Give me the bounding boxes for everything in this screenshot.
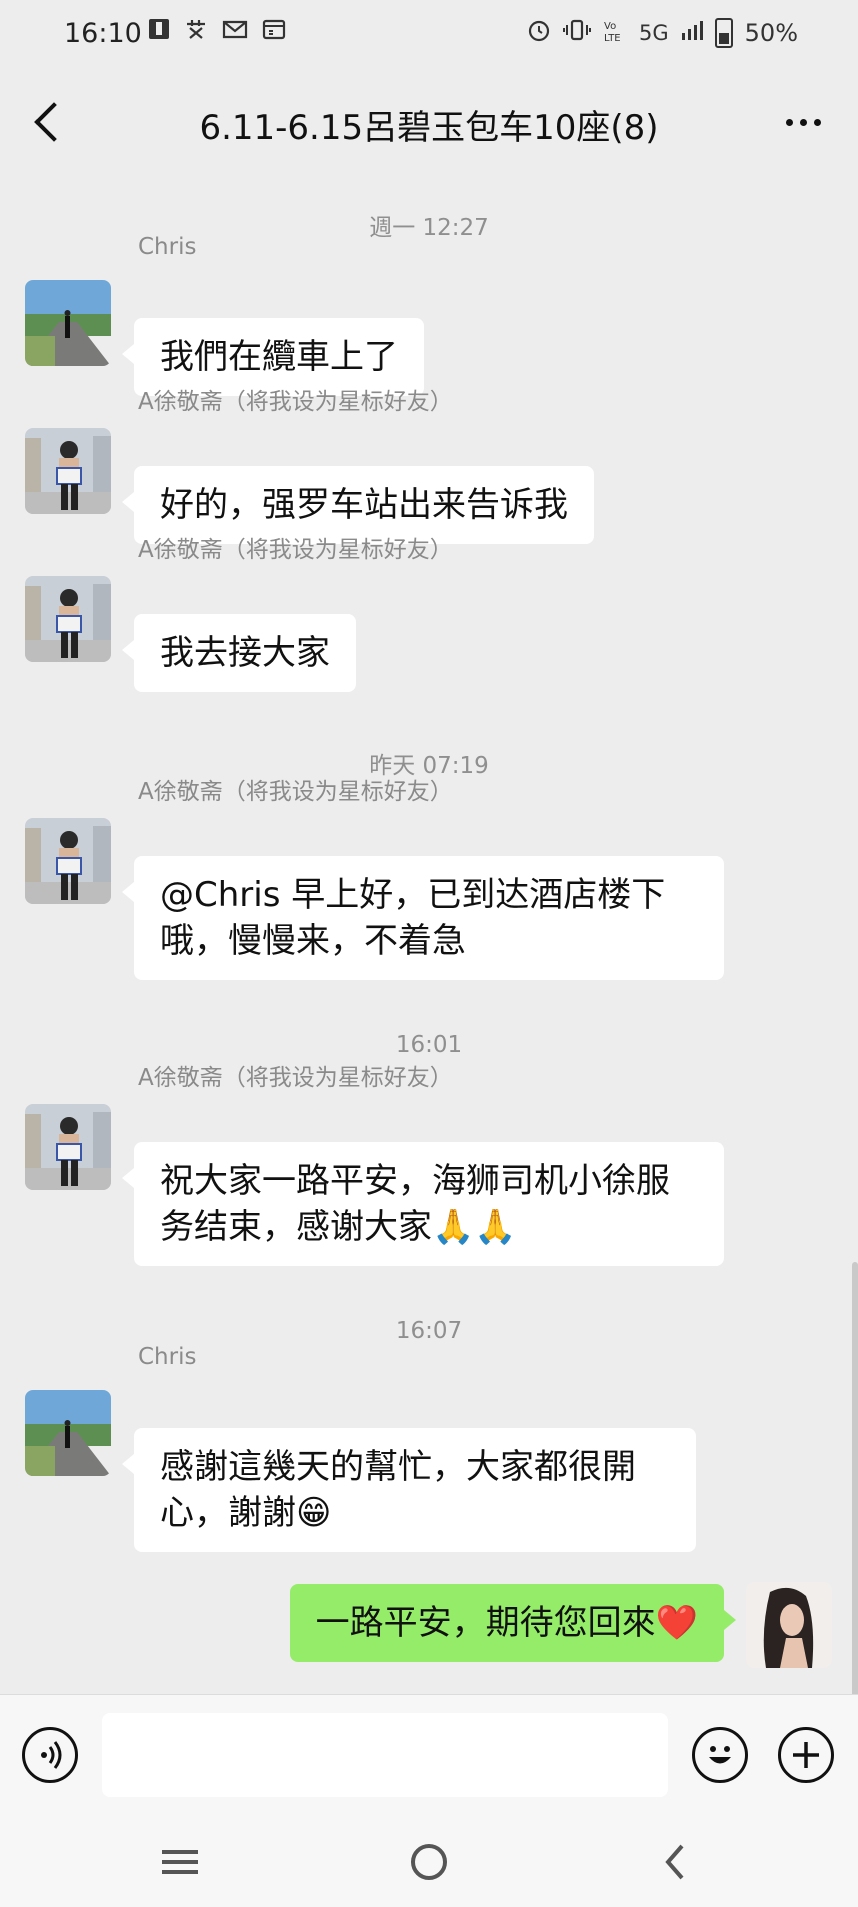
vibrate-icon (563, 19, 592, 47)
message-list[interactable]: 週一 12:27 Chris 我們在纜車上了 A徐敬斋（将我设为星标好友） 好的… (0, 172, 858, 1694)
smiley-icon (709, 1746, 731, 1764)
avatar-xu[interactable] (25, 576, 111, 662)
recent-apps-button[interactable] (140, 1834, 220, 1890)
message-line: 感謝這幾天的幫忙，大家都很開 (160, 1447, 636, 1487)
status-bar: 16:10 Vo LTE 5G 50% (0, 0, 858, 72)
more-options-button[interactable] (768, 92, 838, 152)
message-bubble[interactable]: 我去接大家 (122, 614, 356, 692)
message-input[interactable] (102, 1713, 668, 1797)
sender-name: A徐敬斋（将我设为星标好友） (138, 537, 453, 563)
status-right-icons: Vo LTE 5G 50% (527, 18, 798, 48)
system-back-button[interactable] (636, 1834, 716, 1890)
emoji-button[interactable] (692, 1727, 748, 1783)
message-line: 祝大家一路平安，海狮司机小徐服 (160, 1161, 670, 1201)
more-dots-icon (785, 118, 793, 126)
message-line: 心，謝謝😁 (160, 1493, 332, 1533)
avatar-image (25, 576, 111, 662)
chat-header: 6.11-6.15呂碧玉包车10座(8) (0, 72, 858, 172)
calendar-icon (262, 18, 286, 46)
heart-emoji: ❤️ (655, 1603, 698, 1643)
avatar-xu[interactable] (25, 428, 111, 514)
avatar-xu[interactable] (25, 818, 111, 904)
notification-square-icon (148, 18, 170, 46)
message-line: 务结束，感谢大家🙏🙏 (160, 1207, 517, 1247)
message-bubble[interactable]: 祝大家一路平安，海狮司机小徐服 务结束，感谢大家🙏🙏 (122, 1142, 724, 1266)
message-bubble[interactable]: 感謝這幾天的幫忙，大家都很開 心，謝謝😁 (122, 1428, 696, 1552)
status-left-icons (148, 18, 286, 46)
sender-name: Chris (138, 234, 197, 260)
timestamp: 16:01 (395, 1032, 463, 1058)
timestamp: 16:07 (395, 1318, 463, 1344)
more-functions-button[interactable] (778, 1727, 834, 1783)
network-type: 5G (639, 21, 669, 45)
praying-hands-emoji: 🙏🙏 (432, 1207, 517, 1247)
home-icon (411, 1844, 447, 1880)
input-bar (0, 1694, 858, 1817)
svg-text:Vo: Vo (604, 21, 616, 32)
volte-icon: Vo LTE (603, 18, 627, 48)
avatar-image (25, 280, 111, 366)
chat-title: 6.11-6.15呂碧玉包车10座(8) (199, 108, 659, 148)
grinning-emoji: 😁 (296, 1493, 332, 1533)
scrollbar[interactable] (852, 1262, 858, 1694)
avatar-chris[interactable] (25, 1390, 111, 1476)
sender-name: A徐敬斋（将我设为星标好友） (138, 1065, 453, 1091)
back-icon (665, 1844, 684, 1880)
sender-name: Chris (138, 1344, 197, 1370)
timestamp: 週一 12:27 (369, 215, 489, 241)
mail-icon (222, 18, 248, 46)
sender-name: A徐敬斋（将我设为星标好友） (138, 389, 453, 415)
avatar-chris[interactable] (25, 280, 111, 366)
voice-icon (41, 1741, 62, 1769)
voice-button[interactable] (22, 1727, 78, 1783)
sticker-icon (184, 18, 208, 46)
message-line: @Chris 早上好，已到达酒店楼下 (160, 875, 666, 915)
message-line: 哦，慢慢来，不着急 (160, 921, 466, 961)
battery-icon (714, 18, 733, 48)
avatar-image (25, 1390, 111, 1476)
system-nav-bar (0, 1816, 858, 1907)
avatar-image (25, 818, 111, 904)
avatar-xu[interactable] (25, 1104, 111, 1190)
alarm-icon (527, 18, 551, 48)
plus-icon (793, 1742, 819, 1768)
menu-icon (162, 1850, 198, 1874)
avatar-image (25, 1104, 111, 1190)
home-button[interactable] (389, 1834, 469, 1890)
my-message-bubble[interactable]: 一路平安，期待您回來❤️ (289, 1584, 737, 1662)
avatar-image (746, 1582, 832, 1668)
sender-name: A徐敬斋（将我设为星标好友） (138, 779, 453, 805)
battery-level: 50% (744, 19, 798, 47)
signal-icon (681, 19, 703, 47)
avatar-image (25, 428, 111, 514)
status-time: 16:10 (64, 18, 142, 49)
message-bubble[interactable]: @Chris 早上好，已到达酒店楼下 哦，慢慢来，不着急 (122, 856, 724, 980)
svg-text:LTE: LTE (604, 33, 621, 42)
avatar-me[interactable] (746, 1582, 832, 1668)
